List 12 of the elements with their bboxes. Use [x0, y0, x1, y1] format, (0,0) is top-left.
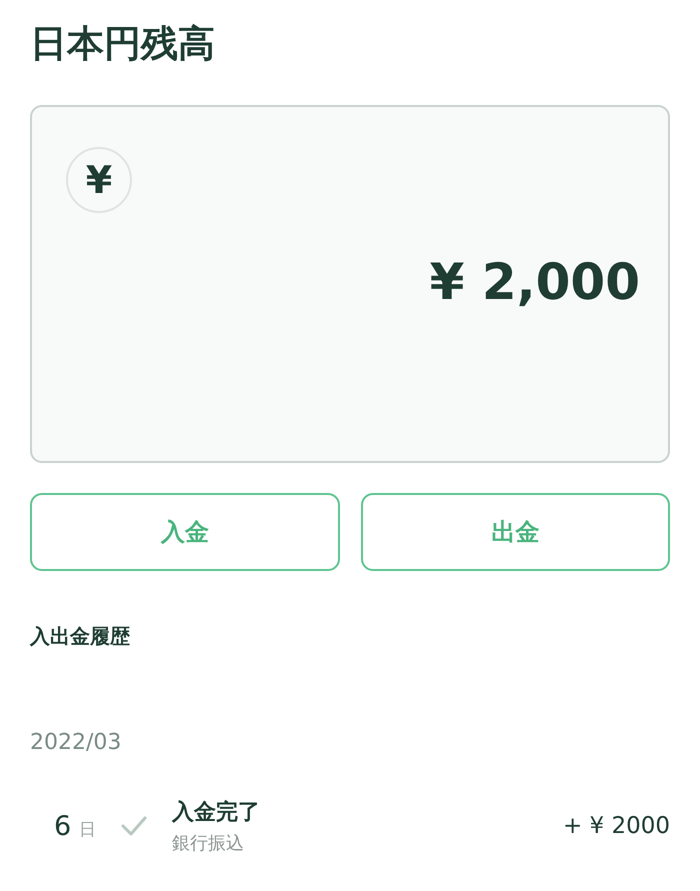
month-label: 2022/03 — [30, 730, 122, 755]
yen-coin-icon: ¥ — [66, 147, 132, 213]
day-unit: 日 — [79, 818, 96, 840]
history-heading: 入出金履歴 — [30, 623, 131, 650]
withdraw-button[interactable]: 出金 — [360, 493, 670, 571]
entry-title: 入金完了 — [172, 799, 261, 827]
page-title: 日本円残高 — [30, 21, 216, 67]
balance-amount: ¥ 2,000 — [430, 253, 640, 311]
entry-method: 銀行振込 — [172, 832, 245, 855]
entry-amount: + ¥ 2000 — [562, 813, 670, 839]
day-number: 6 — [54, 810, 72, 842]
deposit-button[interactable]: 入金 — [30, 493, 340, 571]
